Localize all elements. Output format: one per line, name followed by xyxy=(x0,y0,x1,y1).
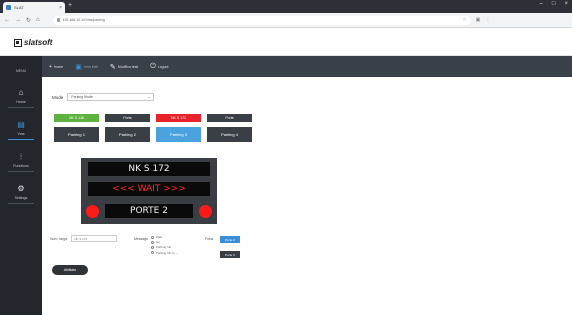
message-label: Message xyxy=(134,237,149,241)
top-nav: + Home ▣ Vms Edit ✎ Modifica testi ⏻ Log… xyxy=(42,56,572,77)
mode-row: Mode Parking Mode ⌄ xyxy=(52,93,155,101)
plate-tag: Porte xyxy=(105,114,150,122)
topnav-label: Home xyxy=(53,64,64,69)
sidebar-item-vms[interactable]: ▤ Vms xyxy=(6,121,36,145)
radio-dot-icon xyxy=(151,251,154,255)
address-bar: ← → ↻ ⌂ 192.168.10.10/vms/parking ☆ ▣ ⋮ xyxy=(0,13,572,28)
red-lamp-icon xyxy=(199,205,212,218)
sidebar-item-label: Vms xyxy=(17,132,25,136)
home-icon: ⌂ xyxy=(18,88,24,97)
mode-label: Mode xyxy=(52,94,64,100)
tab-title: SLAT xyxy=(14,5,24,10)
sidebar-item-settings[interactable]: ⚙ Settings xyxy=(6,185,36,209)
topnav-vms-edit[interactable]: ▣ Vms Edit xyxy=(75,63,98,71)
browser-tab-bar: SLAT × + – □ × xyxy=(0,0,572,13)
sidebar-item-label: Functions xyxy=(13,164,29,168)
plate-tag-row: NK S 138 Porte NK S 172 Porte xyxy=(54,114,252,122)
sidebar-menu-heading: MENU xyxy=(15,69,27,73)
url-text: 192.168.10.10/vms/parking xyxy=(62,18,105,22)
topnav-label: Logout xyxy=(157,64,169,69)
sidebar-item-home[interactable]: ⌂ Home xyxy=(6,89,36,113)
sidebar-divider xyxy=(8,203,34,204)
message-radio[interactable]: Wait xyxy=(151,235,178,239)
browser-tab[interactable]: SLAT × xyxy=(3,2,65,13)
radio-dot-icon xyxy=(151,235,154,239)
topnav-label: Modifica testi xyxy=(117,64,139,69)
chevron-down-icon: ⌄ xyxy=(147,95,151,99)
message-option-label: Wait xyxy=(156,235,162,239)
logo-mark-icon xyxy=(14,38,22,47)
app-header: slatsoft xyxy=(0,28,572,56)
settings-icon: ⚙ xyxy=(17,184,25,193)
sidebar: MENU ⌂ Home ▤ Vms ⦙ Functions ⚙ Settings xyxy=(0,56,42,315)
display-icon: ▤ xyxy=(17,120,25,129)
reload-icon[interactable]: ↻ xyxy=(26,17,31,24)
logo-text: slatsoft xyxy=(24,38,53,47)
logo: slatsoft xyxy=(14,38,52,47)
message-option-label: Go xyxy=(156,240,161,245)
monitor-icon: ▣ xyxy=(75,63,82,71)
plate-form-row: Num. targa NK S 172 xyxy=(50,235,118,242)
plate-tag: Porte xyxy=(207,114,252,122)
close-tab-icon[interactable]: × xyxy=(59,5,62,11)
maximize-icon[interactable]: □ xyxy=(552,1,556,7)
home-browser-icon[interactable]: ⌂ xyxy=(36,17,40,23)
topnav-home[interactable]: + Home xyxy=(49,64,63,70)
enable-button[interactable]: Abilitato xyxy=(52,265,88,275)
lock-icon xyxy=(56,18,60,22)
radio-dot-icon xyxy=(151,240,154,244)
mode-select-value: Parking Mode xyxy=(71,95,93,99)
back-icon[interactable]: ← xyxy=(4,17,10,23)
sidebar-item-label: Settings xyxy=(14,196,28,200)
functions-icon: ⦙ xyxy=(20,152,22,161)
close-window-icon[interactable]: × xyxy=(564,1,568,7)
new-tab-icon[interactable]: + xyxy=(68,2,72,9)
porta-label: Porta xyxy=(205,237,214,241)
plus-icon: + xyxy=(49,63,52,70)
sidebar-divider xyxy=(8,171,34,172)
pencil-icon: ✎ xyxy=(109,63,116,71)
sidebar-item-functions[interactable]: ⦙ Functions xyxy=(6,153,36,177)
plate-tag: NK S 172 xyxy=(156,114,201,122)
bookmark-star-icon[interactable]: ☆ xyxy=(462,17,466,23)
display-line-2: <<< WAIT >>> xyxy=(88,182,210,196)
radio-dot-icon xyxy=(151,245,154,249)
porta-3-button[interactable]: Porte 3 xyxy=(220,251,240,258)
plate-label: Num. targa xyxy=(50,236,68,241)
parking-3-button[interactable]: Parking 3 xyxy=(156,127,201,142)
display-line-3: PORTE 2 xyxy=(105,204,193,218)
browser-menu-icon[interactable]: ⋮ xyxy=(485,17,490,23)
parking-4-button[interactable]: Parking 4 xyxy=(207,127,252,142)
url-field[interactable]: 192.168.10.10/vms/parking ☆ xyxy=(52,15,471,25)
display-line-1: NK S 172 xyxy=(88,162,210,176)
forward-icon[interactable]: → xyxy=(15,17,21,23)
window-controls: – □ × xyxy=(540,1,568,7)
main-content: Mode Parking Mode ⌄ NK S 138 Porte NK S … xyxy=(42,77,572,315)
message-radio-group: Wait Go Parking full Parking full on ... xyxy=(151,235,178,255)
sidebar-divider xyxy=(8,139,34,140)
topnav-logout[interactable]: ⏻ Logout xyxy=(150,63,168,71)
sidebar-divider xyxy=(8,107,34,108)
message-option-label: Parking full on ... xyxy=(156,250,179,255)
power-icon: ⏻ xyxy=(150,62,156,70)
message-option-label: Parking full xyxy=(156,245,171,250)
plate-tag: NK S 138 xyxy=(54,114,99,122)
parking-button-row: Parking 1 Parking 2 Parking 3 Parking 4 xyxy=(54,127,252,142)
parking-1-button[interactable]: Parking 1 xyxy=(54,127,99,142)
mode-select[interactable]: Parking Mode ⌄ xyxy=(67,93,155,101)
minimize-icon[interactable]: – xyxy=(540,1,543,7)
message-radio[interactable]: Parking full on ... xyxy=(151,251,178,255)
porta-2-button[interactable]: Porte 2 xyxy=(220,236,240,243)
vms-display-panel: NK S 172 <<< WAIT >>> PORTE 2 xyxy=(81,158,217,224)
parking-2-button[interactable]: Parking 2 xyxy=(105,127,150,142)
topnav-label: Vms Edit xyxy=(83,64,98,69)
extension-icon[interactable]: ▣ xyxy=(476,17,481,23)
favicon-icon xyxy=(6,5,11,10)
message-radio[interactable]: Go xyxy=(151,240,178,244)
sidebar-item-label: Home xyxy=(16,100,26,104)
message-radio[interactable]: Parking full xyxy=(151,245,178,249)
red-lamp-icon xyxy=(86,205,99,218)
plate-input[interactable]: NK S 172 xyxy=(71,235,118,242)
topnav-edit-texts[interactable]: ✎ Modifica testi xyxy=(110,63,138,71)
